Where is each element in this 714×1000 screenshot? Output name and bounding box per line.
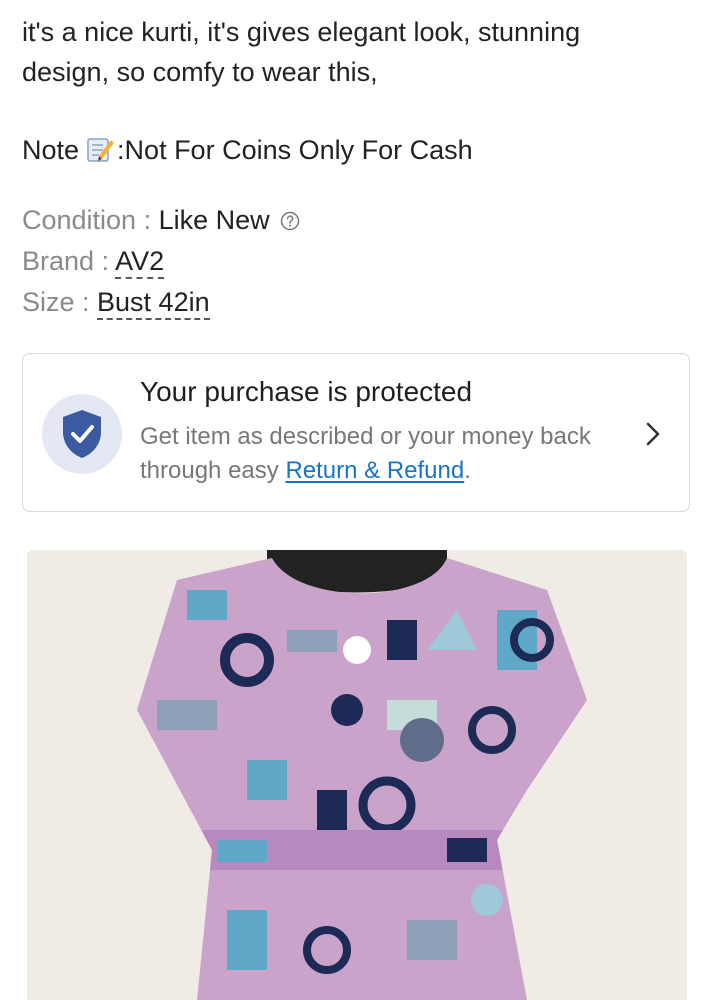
size-label: Size :	[22, 287, 98, 317]
note-text: :Not For Coins Only For Cash	[117, 135, 473, 165]
protection-text: Get item as described or your money back…	[140, 420, 630, 488]
chevron-right-icon[interactable]	[645, 420, 661, 448]
attribute-condition: Condition : Like New	[22, 200, 300, 241]
size-link[interactable]: Bust 42in	[97, 287, 210, 320]
description-line-2: design, so comfy to wear this,	[22, 57, 378, 87]
shield-check-icon	[63, 410, 101, 458]
item-attributes: Condition : Like New Brand : AV2 Size : …	[22, 200, 300, 323]
condition-value: Like New	[158, 205, 270, 235]
attribute-size: Size : Bust 42in	[22, 282, 300, 323]
attribute-brand: Brand : AV2	[22, 241, 300, 282]
kurti-photo	[27, 550, 687, 1000]
purchase-protection-card[interactable]: Your purchase is protected Get item as d…	[22, 353, 690, 512]
brand-label: Brand :	[22, 246, 116, 276]
memo-icon	[85, 134, 115, 164]
return-refund-link[interactable]: Return & Refund	[285, 457, 464, 484]
description-line-1: it's a nice kurti, it's gives elegant lo…	[22, 17, 581, 47]
condition-label: Condition :	[22, 205, 159, 235]
protection-text-after: .	[464, 457, 471, 484]
protection-title: Your purchase is protected	[140, 376, 473, 407]
note-line: Note :Not For Coins Only For Cash	[22, 130, 473, 170]
brand-link[interactable]: AV2	[115, 246, 165, 279]
product-image[interactable]	[27, 550, 687, 1000]
item-description: it's a nice kurti, it's gives elegant lo…	[22, 12, 702, 92]
note-prefix: Note	[22, 135, 80, 165]
help-circle-icon[interactable]	[280, 202, 300, 231]
shield-badge	[42, 394, 122, 474]
